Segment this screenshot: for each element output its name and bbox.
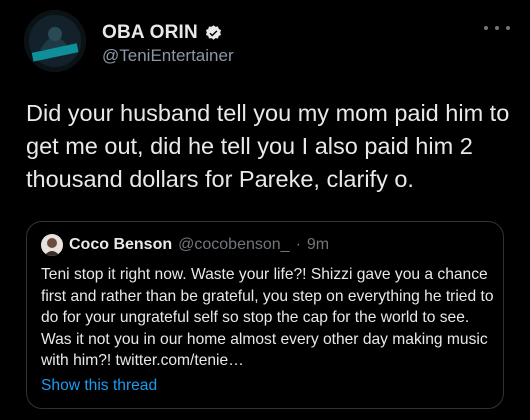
author-name-row: OBA ORIN: [102, 22, 223, 44]
avatar-image: [24, 10, 86, 72]
dot: [495, 26, 499, 30]
quoted-display-name: Coco Benson: [69, 236, 173, 253]
author-display-name[interactable]: OBA ORIN: [102, 22, 198, 44]
tweet: OBA ORIN @TeniEntertainer Did your husba…: [0, 0, 530, 420]
quoted-tweet-header: Coco Benson @cocobenson_ · 9m: [41, 234, 329, 256]
quoted-author-avatar: [41, 234, 63, 256]
quoted-separator: ·: [295, 236, 301, 253]
dot: [484, 26, 488, 30]
quoted-tweet[interactable]: Coco Benson @cocobenson_ · 9m Teni stop …: [26, 221, 504, 409]
author-avatar[interactable]: [24, 10, 86, 72]
quoted-tweet-text: Teni stop it right now. Waste your life?…: [41, 266, 494, 369]
author-handle[interactable]: @TeniEntertainer: [102, 46, 234, 66]
tweet-text: Did your husband tell you my mom paid hi…: [26, 100, 510, 192]
quoted-handle: @cocobenson_: [178, 236, 290, 253]
quoted-time: 9m: [306, 236, 330, 253]
dot: [506, 26, 510, 30]
more-options-icon[interactable]: [484, 20, 510, 36]
show-this-thread-link[interactable]: Show this thread: [41, 377, 157, 395]
quoted-avatar-image: [41, 234, 63, 256]
verified-badge-icon: [205, 24, 221, 40]
